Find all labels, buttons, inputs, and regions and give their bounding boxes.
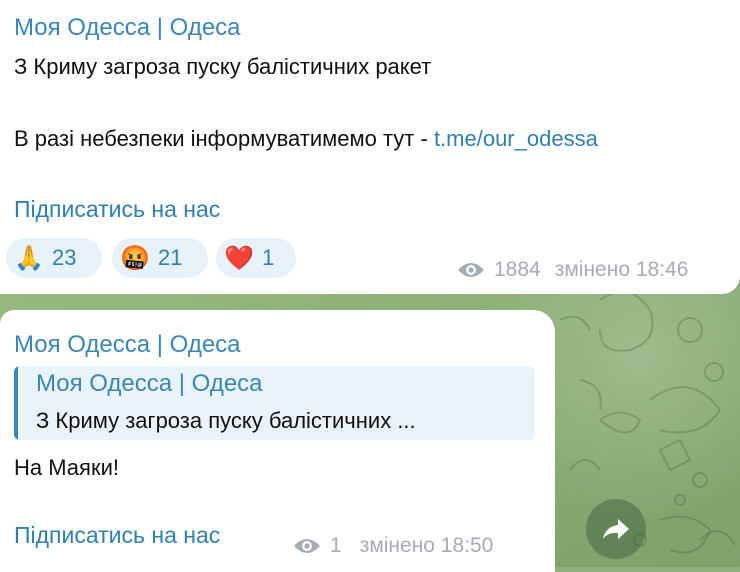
view-count: 1884 [494,258,541,281]
quote-sender: Моя Одесса | Одеса [36,370,263,397]
reaction-praying-hands[interactable]: 🙏 23 [6,238,102,278]
eye-icon [294,539,320,553]
message-sender[interactable]: Моя Одесса | Одеса [14,331,241,359]
view-count: 1 [330,534,342,557]
cursing-face-icon: 🤬 [120,244,150,272]
channel-link[interactable]: t.me/our_odessa [434,126,598,151]
share-arrow-icon [603,519,629,539]
edited-timestamp: змінено 18:46 [554,258,689,281]
message-sender[interactable]: Моя Одесса | Одеса [14,14,241,42]
reply-quote[interactable]: Моя Одесса | Одеса З Криму загроза пуску… [14,366,535,440]
subscribe-link[interactable]: Підписатись на нас [14,522,220,549]
reaction-count: 21 [158,245,183,270]
reaction-cursing-face[interactable]: 🤬 21 [112,238,208,278]
message-text-line: З Криму загроза пуску балістичних ракет [14,54,432,79]
message-text-line: В разі небезпеки інформуватимемо тут - t… [14,126,598,152]
message-text: На Маяки! [14,455,119,480]
share-button[interactable] [586,499,646,559]
red-heart-icon: ❤️ [224,244,254,272]
reaction-red-heart[interactable]: ❤️ 1 [216,238,296,278]
quote-bar [14,366,18,440]
eye-icon [458,263,484,277]
message-meta: 1 змінено 18:50 [292,534,493,558]
reaction-count: 23 [52,245,77,270]
edited-timestamp: змінено 18:50 [359,534,494,557]
praying-hands-icon: 🙏 [14,244,44,272]
reaction-count: 1 [262,245,275,270]
message-meta: 1884 змінено 18:46 [456,258,688,282]
message-text: В разі небезпеки інформуватимемо тут - [14,126,434,151]
quote-text: З Криму загроза пуску балістичних ... [36,408,416,433]
subscribe-link[interactable]: Підписатись на нас [14,196,220,223]
message-bubble-1: Моя Одесса | Одеса З Криму загроза пуску… [0,0,740,294]
